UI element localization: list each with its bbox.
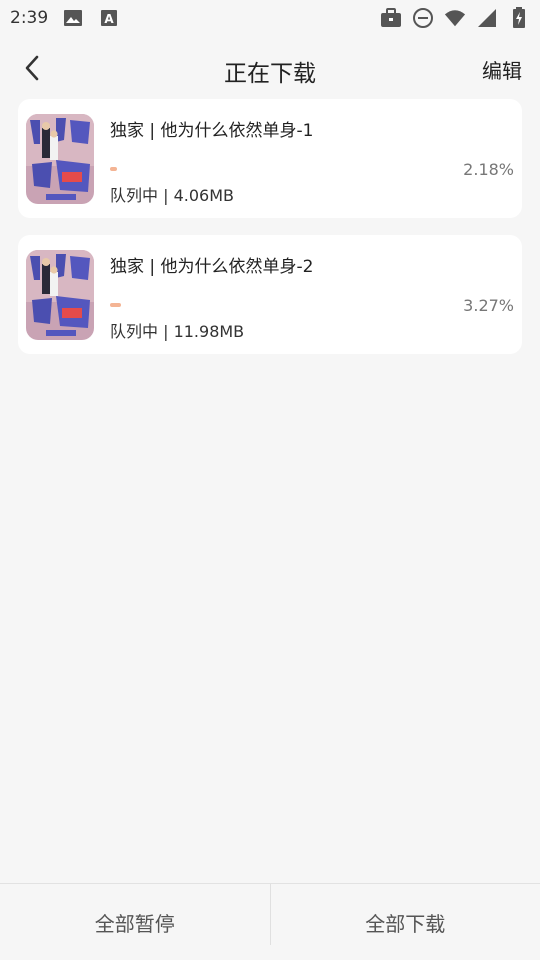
download-item[interactable]: 独家 | 他为什么依然单身-2 队列中 | 11.98MB 3.27%	[18, 235, 522, 354]
download-all-button[interactable]: 全部下载	[271, 884, 540, 960]
poster-thumbnail	[26, 114, 94, 204]
download-percent: 2.18%	[463, 160, 514, 179]
battery-charging-icon	[508, 7, 530, 29]
download-status: 队列中 | 4.06MB	[110, 186, 234, 205]
download-item[interactable]: 独家 | 他为什么依然单身-1 队列中 | 4.06MB 2.18%	[18, 99, 522, 218]
download-percent: 3.27%	[463, 296, 514, 315]
bottom-action-bar: 全部暂停 全部下载	[0, 883, 540, 960]
download-title: 独家 | 他为什么依然单身-2	[110, 257, 314, 277]
download-screen: 2:39 A 正在下载 编辑 独家 | 他为什么依然单身-1 队列中 | 4.0…	[0, 0, 540, 960]
status-time: 2:39	[10, 8, 49, 28]
page-title: 正在下载	[224, 61, 316, 87]
edit-button[interactable]: 编辑	[482, 55, 522, 84]
svg-text:A: A	[105, 12, 115, 26]
download-progress-fill	[110, 303, 122, 307]
font-a-icon: A	[98, 7, 120, 29]
app-header: 正在下载 编辑	[0, 40, 540, 98]
download-progress-bar	[110, 303, 450, 307]
download-title: 独家 | 他为什么依然单身-1	[110, 121, 314, 141]
briefcase-icon	[380, 7, 402, 29]
do-not-disturb-icon	[412, 7, 434, 29]
download-progress-fill	[110, 167, 118, 171]
poster-thumbnail	[26, 250, 94, 340]
download-list: 独家 | 他为什么依然单身-1 队列中 | 4.06MB 2.18% 独家 | …	[18, 99, 522, 371]
signal-icon	[476, 7, 498, 29]
pause-all-button[interactable]: 全部暂停	[0, 884, 270, 960]
download-progress-bar	[110, 167, 450, 171]
wifi-icon	[444, 7, 466, 29]
image-icon	[62, 7, 84, 29]
status-bar: 2:39 A	[0, 0, 540, 36]
download-status: 队列中 | 11.98MB	[110, 322, 245, 341]
